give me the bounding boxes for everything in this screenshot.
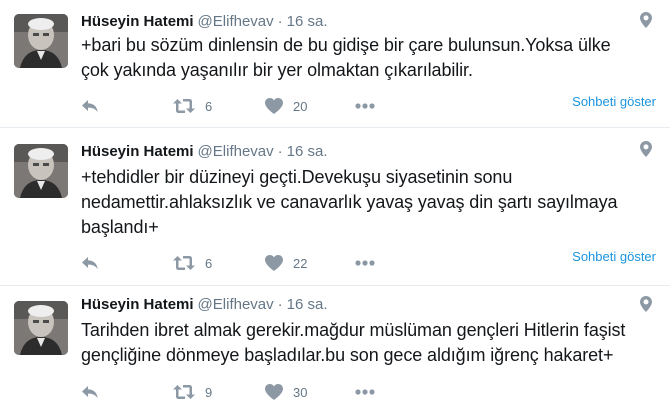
tweet-timestamp[interactable]: 16 sa.	[287, 13, 328, 30]
retweet-icon	[173, 385, 195, 399]
more-dots-icon	[355, 389, 375, 395]
more-dots-icon	[355, 260, 375, 266]
retweet-button[interactable]: 6	[173, 96, 212, 116]
author-name[interactable]: Hüseyin Hatemi	[81, 296, 194, 313]
separator: ·	[277, 13, 283, 30]
tweet-text: +tehdidler bir düzineyi geçti.Devekuşu s…	[81, 165, 656, 240]
author-handle[interactable]: @Elifhevav	[198, 143, 274, 160]
tweet-timestamp[interactable]: 16 sa.	[287, 296, 328, 313]
author-handle[interactable]: @Elifhevav	[198, 296, 274, 313]
retweet-button[interactable]: 9	[173, 382, 212, 402]
author-name[interactable]: Hüseyin Hatemi	[81, 143, 194, 160]
retweet-icon	[173, 256, 195, 270]
reply-icon	[82, 100, 98, 112]
tweet-text-line: başlandı+	[81, 217, 159, 237]
reply-icon	[82, 386, 98, 398]
tweet[interactable]: Hüseyin Hatemi @Elifhevav · 16 sa. Tarihden…	[0, 286, 670, 413]
tweet[interactable]: Hüseyin Hatemi @Elifhevav · 16 sa. +tehdidl…	[0, 128, 670, 286]
reply-button[interactable]	[81, 253, 99, 273]
like-button[interactable]: 30	[265, 382, 307, 402]
like-count: 20	[293, 98, 308, 114]
tweet-text: Tarihden ibret almak gerekir.mağdur müsl…	[81, 318, 656, 368]
retweet-icon	[173, 99, 195, 113]
more-button[interactable]	[355, 382, 375, 402]
like-count: 22	[293, 255, 308, 271]
avatar[interactable]	[14, 144, 68, 198]
retweet-count: 9	[205, 384, 213, 400]
reply-icon	[82, 257, 98, 269]
avatar[interactable]	[14, 301, 68, 355]
tweet-text-line: +bari bu sözüm dinlensin de bu gidişe bi…	[81, 35, 611, 55]
separator: ·	[277, 143, 283, 160]
avatar-icon	[14, 14, 68, 68]
tweet-text: +bari bu sözüm dinlensin de bu gidişe bi…	[81, 33, 656, 83]
avatar-icon	[14, 144, 68, 198]
location-pin-icon[interactable]	[640, 12, 652, 28]
tweet-actions: 9 30	[81, 382, 481, 402]
tweet-header: Hüseyin Hatemi @Elifhevav · 16 sa.	[81, 13, 328, 33]
tweet-actions: 6 20	[81, 96, 481, 116]
heart-icon	[265, 384, 283, 400]
heart-icon	[265, 98, 283, 114]
tweet-header: Hüseyin Hatemi @Elifhevav · 16 sa.	[81, 143, 328, 163]
tweet[interactable]: Hüseyin Hatemi @Elifhevav · 16 sa. +bari bu…	[0, 0, 670, 128]
tweet-text-line: çok yakında yaşanılır bir yer olmaktan ç…	[81, 60, 473, 80]
reply-button[interactable]	[81, 382, 99, 402]
tweet-header: Hüseyin Hatemi @Elifhevav · 16 sa.	[81, 296, 328, 316]
more-button[interactable]	[355, 96, 375, 116]
retweet-count: 6	[205, 98, 213, 114]
show-conversation-link[interactable]: Sohbeti göster	[572, 249, 656, 264]
show-conversation-link[interactable]: Sohbeti göster	[572, 94, 656, 109]
separator: ·	[277, 296, 283, 313]
like-button[interactable]: 22	[265, 253, 307, 273]
retweet-count: 6	[205, 255, 213, 271]
more-button[interactable]	[355, 253, 375, 273]
tweet-actions: 6 22	[81, 253, 481, 273]
avatar[interactable]	[14, 14, 68, 68]
location-pin-icon[interactable]	[640, 141, 652, 157]
tweet-text-line: Tarihden ibret almak gerekir.mağdur müsl…	[81, 320, 626, 340]
tweet-text-line: +tehdidler bir düzineyi geçti.Devekuşu s…	[81, 167, 513, 187]
like-count: 30	[293, 384, 308, 400]
author-handle[interactable]: @Elifhevav	[198, 13, 274, 30]
heart-icon	[265, 255, 283, 271]
author-name[interactable]: Hüseyin Hatemi	[81, 13, 194, 30]
location-pin-icon[interactable]	[640, 296, 652, 312]
tweet-timestamp[interactable]: 16 sa.	[287, 143, 328, 160]
tweet-text-line: nedamettir.ahlaksızlık ve canavarlık yav…	[81, 192, 618, 212]
avatar-icon	[14, 301, 68, 355]
more-dots-icon	[355, 103, 375, 109]
retweet-button[interactable]: 6	[173, 253, 212, 273]
tweet-text-line: gençliğine dönmeye başladılar.bu son gec…	[81, 345, 614, 365]
like-button[interactable]: 20	[265, 96, 307, 116]
reply-button[interactable]	[81, 96, 99, 116]
